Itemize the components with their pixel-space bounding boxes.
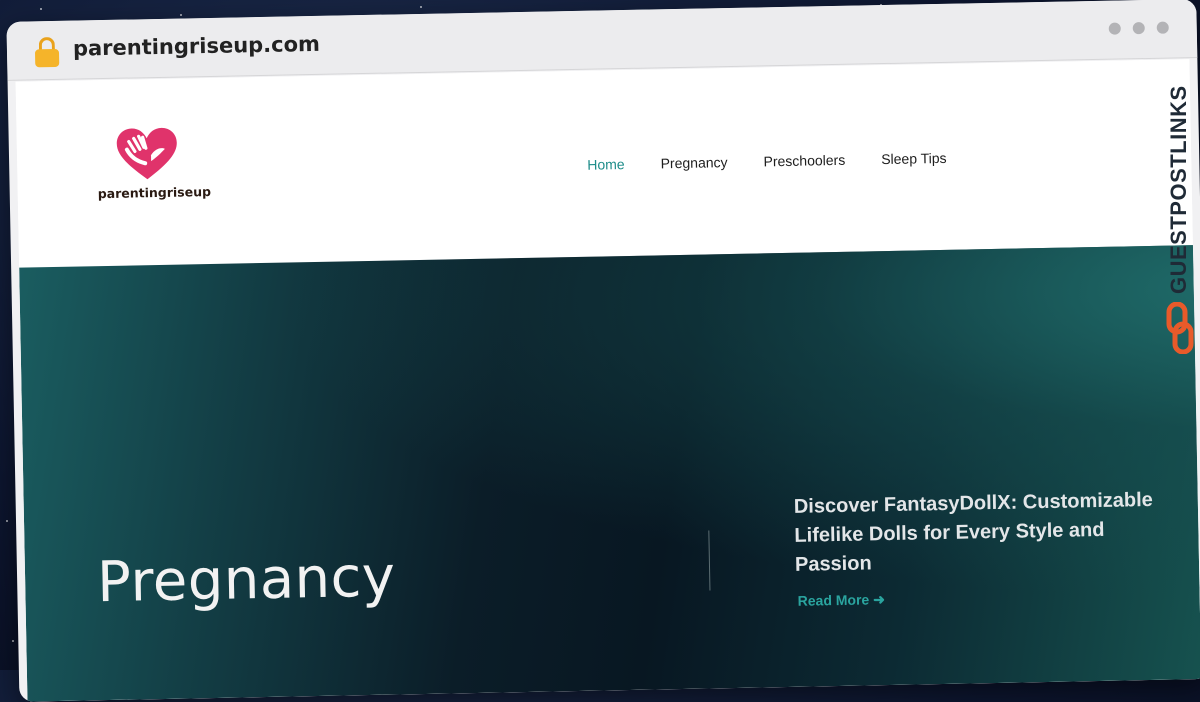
- lock-icon: [34, 36, 60, 68]
- nav-item-home[interactable]: Home: [587, 156, 625, 173]
- nav-item-preschoolers[interactable]: Preschoolers: [763, 152, 845, 170]
- browser-window: parentingriseup.com parentingriseup Home…: [0, 0, 1200, 702]
- heart-hands-icon: [116, 127, 177, 180]
- hero-banner: Pregnancy Discover FantasyDollX: Customi…: [19, 245, 1200, 702]
- window-dot-icon[interactable]: [1108, 22, 1121, 35]
- window-controls: [1108, 21, 1169, 35]
- window-dot-icon[interactable]: [1132, 22, 1145, 35]
- site-header: parentingriseup Home Pregnancy Preschool…: [15, 59, 1193, 268]
- nav-item-sleep-tips[interactable]: Sleep Tips: [881, 150, 947, 167]
- site-logo[interactable]: parentingriseup: [96, 126, 212, 208]
- url-text[interactable]: parentingriseup.com: [73, 32, 320, 61]
- window-dot-icon[interactable]: [1156, 21, 1169, 34]
- web-page: parentingriseup Home Pregnancy Preschool…: [15, 59, 1200, 702]
- badge-text: GUESTPOSTLINKS: [1166, 85, 1191, 294]
- hero-title: Pregnancy: [96, 544, 397, 616]
- guestpostlinks-badge: GUESTPOSTLINKS: [1162, 56, 1198, 356]
- read-more-link[interactable]: Read More ➜: [798, 591, 886, 610]
- window-frame: parentingriseup.com parentingriseup Home…: [6, 0, 1200, 702]
- main-nav: Home Pregnancy Preschoolers Sleep Tips: [587, 150, 947, 173]
- nav-item-pregnancy[interactable]: Pregnancy: [660, 154, 727, 171]
- hero-divider: [708, 530, 711, 591]
- featured-post-title[interactable]: Discover FantasyDollX: Customizable Life…: [794, 486, 1166, 580]
- logo-text: parentingriseup: [97, 183, 212, 202]
- chain-link-icon: [1166, 302, 1194, 354]
